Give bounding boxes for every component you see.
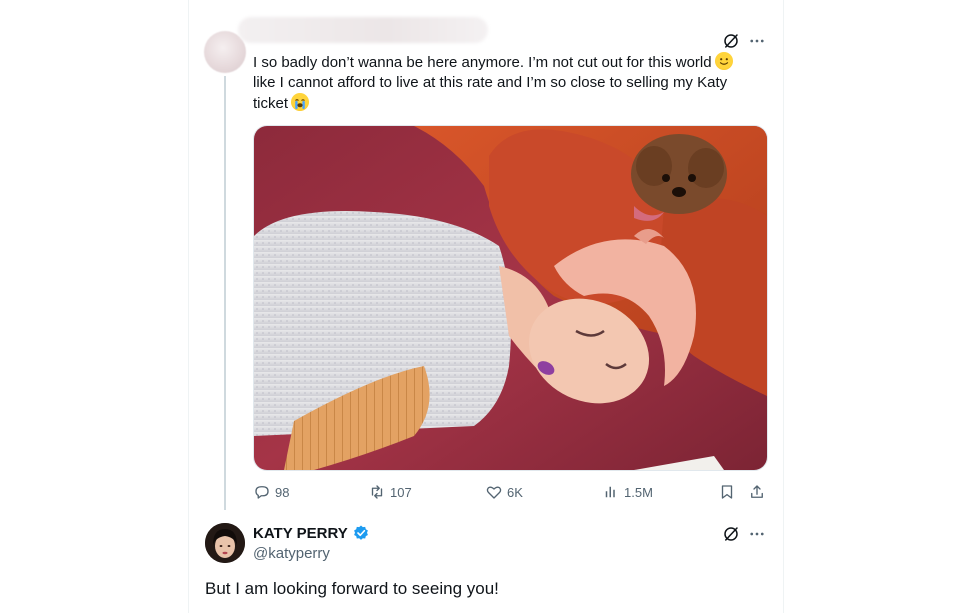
- truncated-previous-text: [255, 0, 315, 4]
- slightly-smiling-face-icon: [714, 52, 733, 70]
- tweet-action-bar: 98 107 6K 1.5M: [253, 482, 767, 502]
- like-count: 6K: [507, 484, 523, 500]
- reply-count: 98: [275, 484, 290, 500]
- repost-count: 107: [390, 484, 412, 500]
- grok-icon[interactable]: [722, 525, 740, 543]
- reply-icon: [255, 486, 269, 499]
- tweet-text: I so badly don’t wanna be here anymore. …: [253, 52, 753, 114]
- heart-icon: [486, 486, 502, 499]
- like-button[interactable]: 6K: [485, 482, 523, 502]
- loudly-crying-face-icon: [291, 93, 310, 111]
- tweet-thread-screenshot: I so badly don’t wanna be here anymore. …: [0, 0, 980, 613]
- profile-photo-icon: [205, 523, 245, 563]
- views-button[interactable]: 1.5M: [602, 482, 653, 502]
- tweet-text-line-3: ticket: [253, 95, 289, 112]
- reply-tweet-text: But I am looking forward to seeing you!: [205, 579, 499, 598]
- author-handle[interactable]: @katyperry: [253, 545, 330, 562]
- views-count: 1.5M: [624, 484, 653, 500]
- repost-button[interactable]: 107: [368, 482, 412, 502]
- grok-icon[interactable]: [722, 32, 740, 50]
- thread-connector-line: [224, 76, 226, 510]
- tweet-media-image[interactable]: [253, 125, 768, 471]
- verified-badge-icon: [353, 525, 368, 540]
- bookmark-button[interactable]: [718, 482, 736, 502]
- author-name-row[interactable]: KATY PERRY: [253, 524, 370, 542]
- author-name[interactable]: KATY PERRY: [253, 525, 348, 542]
- reply-button[interactable]: 98: [253, 482, 289, 502]
- tweet-text-line-1: I so badly don’t wanna be here anymore. …: [253, 54, 712, 71]
- repost-icon: [371, 485, 383, 499]
- tweet-text-line-2: like I cannot afford to live at this rat…: [253, 74, 728, 91]
- bookmark-icon: [721, 485, 733, 499]
- author-avatar[interactable]: [205, 523, 245, 563]
- share-button[interactable]: [748, 482, 766, 502]
- share-icon: [751, 485, 763, 498]
- views-chart-icon: [605, 486, 615, 498]
- more-options-icon[interactable]: [748, 525, 766, 543]
- more-options-icon[interactable]: [748, 32, 766, 50]
- photo-person-lying-on-carpet-icon: [254, 126, 767, 470]
- redacted-author-name: [238, 17, 488, 43]
